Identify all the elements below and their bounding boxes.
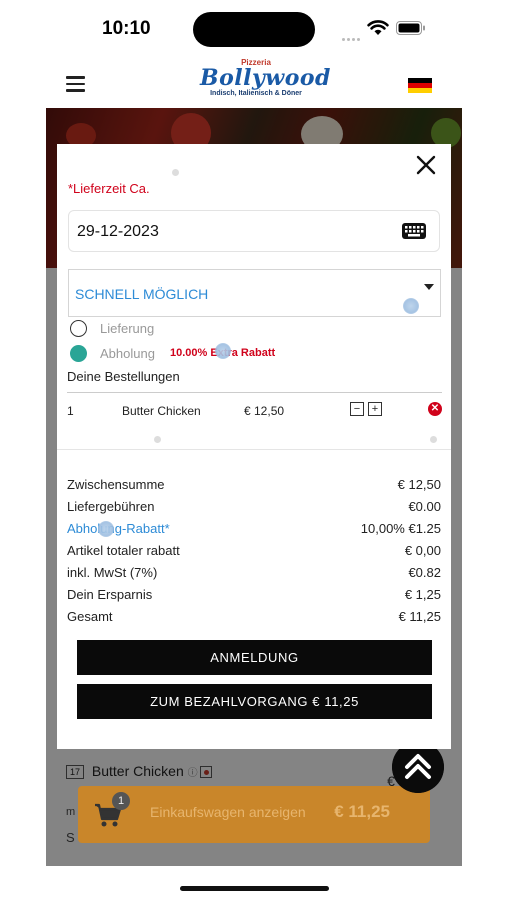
summary-row-total: Gesamt € 11,25 [67, 609, 441, 627]
loading-dot [172, 169, 179, 176]
logo: Pizzeria Bollywood Indisch, Italienisch … [200, 58, 331, 100]
loading-spinner [215, 343, 231, 359]
summary-label: Gesamt [67, 609, 113, 624]
loading-spinner [98, 521, 114, 537]
menu-icon[interactable] [66, 76, 85, 92]
logo-title: Bollywood [200, 65, 331, 91]
option-delivery-label: Lieferung [100, 321, 155, 336]
cart-total: € 11,25 [334, 802, 390, 821]
dropdown-caret-icon [424, 284, 434, 290]
summary-row: Zwischensumme € 12,50 [67, 477, 441, 495]
increase-quantity-button[interactable]: + [368, 402, 382, 416]
order-modal: *Lieferzeit Ca. 29-12-2023 SCHNELL MÖGLI… [57, 144, 451, 749]
close-icon[interactable] [413, 152, 439, 178]
summary-row: Abholung-Rabatt* 10,00% €1.25 [67, 521, 441, 539]
summary-row: inkl. MwSt (7%) €0.82 [67, 565, 441, 583]
view-cart-button[interactable]: 1 Einkaufswagen anzeigen € 11,25 [78, 786, 430, 843]
battery-icon [396, 21, 425, 35]
summary-value: € 1,25 [404, 587, 441, 602]
summary-label: Artikel totaler rabatt [67, 543, 180, 558]
summary-row: Artikel totaler rabatt € 0,00 [67, 543, 441, 561]
summary-label: Zwischensumme [67, 477, 165, 492]
logo-subtitle: Indisch, Italienisch & Döner [210, 90, 302, 97]
date-value: 29-12-2023 [77, 223, 159, 240]
orders-title: Deine Bestellungen [67, 369, 180, 384]
remove-item-icon[interactable]: ✕ [428, 402, 442, 416]
divider [67, 392, 442, 393]
cellular-signal-icon [342, 28, 362, 41]
summary-value: € 12,50 [397, 477, 441, 492]
option-pickup-label: Abholung [100, 346, 155, 361]
loading-dot [154, 436, 161, 443]
delivery-time-value: SCHNELL MÖGLICH [75, 286, 209, 302]
summary-row: Dein Ersparnis € 1,25 [67, 587, 441, 605]
home-indicator[interactable] [180, 886, 329, 891]
loading-dot [430, 436, 437, 443]
radio-delivery[interactable] [70, 320, 87, 337]
summary-value: €0.82 [408, 565, 441, 580]
summary-value: 10,00% €1.25 [360, 521, 441, 536]
cart-count-badge: 1 [112, 792, 130, 810]
divider [57, 449, 451, 450]
summary-value: €0.00 [408, 499, 441, 514]
dynamic-island [193, 12, 315, 47]
order-item-row: 1 Butter Chicken € 12,50 − + ✕ [67, 402, 447, 420]
pickup-discount-link[interactable]: Abholung-Rabatt* [67, 521, 170, 536]
delivery-time-label: *Lieferzeit Ca. [68, 181, 150, 196]
order-qty: 1 [67, 404, 74, 418]
order-name: Butter Chicken [122, 404, 201, 418]
summary-value: € 0,00 [404, 543, 441, 558]
summary-label: Dein Ersparnis [67, 587, 153, 602]
screen: 10:10 Pizzeria Bollywood Indisch, Italie… [0, 0, 507, 900]
wifi-icon [367, 20, 389, 35]
keyboard-icon[interactable] [402, 223, 426, 239]
delivery-time-select[interactable]: SCHNELL MÖGLICH [68, 269, 441, 317]
checkout-button[interactable]: ZUM BEZAHLVORGANG € 11,25 [77, 684, 432, 719]
status-time: 10:10 [102, 18, 151, 39]
summary-value: € 11,25 [398, 609, 441, 624]
option-delivery[interactable]: Lieferung [70, 320, 270, 338]
cart-label: Einkaufswagen anzeigen [150, 804, 306, 820]
summary-row: Liefergebühren €0.00 [67, 499, 441, 517]
radio-pickup[interactable] [70, 345, 87, 362]
date-field[interactable]: 29-12-2023 [68, 210, 440, 252]
summary-label: Liefergebühren [67, 499, 155, 514]
order-price: € 12,50 [244, 404, 285, 418]
decrease-quantity-button[interactable]: − [350, 402, 364, 416]
login-button[interactable]: ANMELDUNG [77, 640, 432, 675]
summary-label: inkl. MwSt (7%) [67, 565, 158, 580]
german-flag-icon[interactable] [408, 78, 432, 93]
loading-spinner [403, 298, 419, 314]
